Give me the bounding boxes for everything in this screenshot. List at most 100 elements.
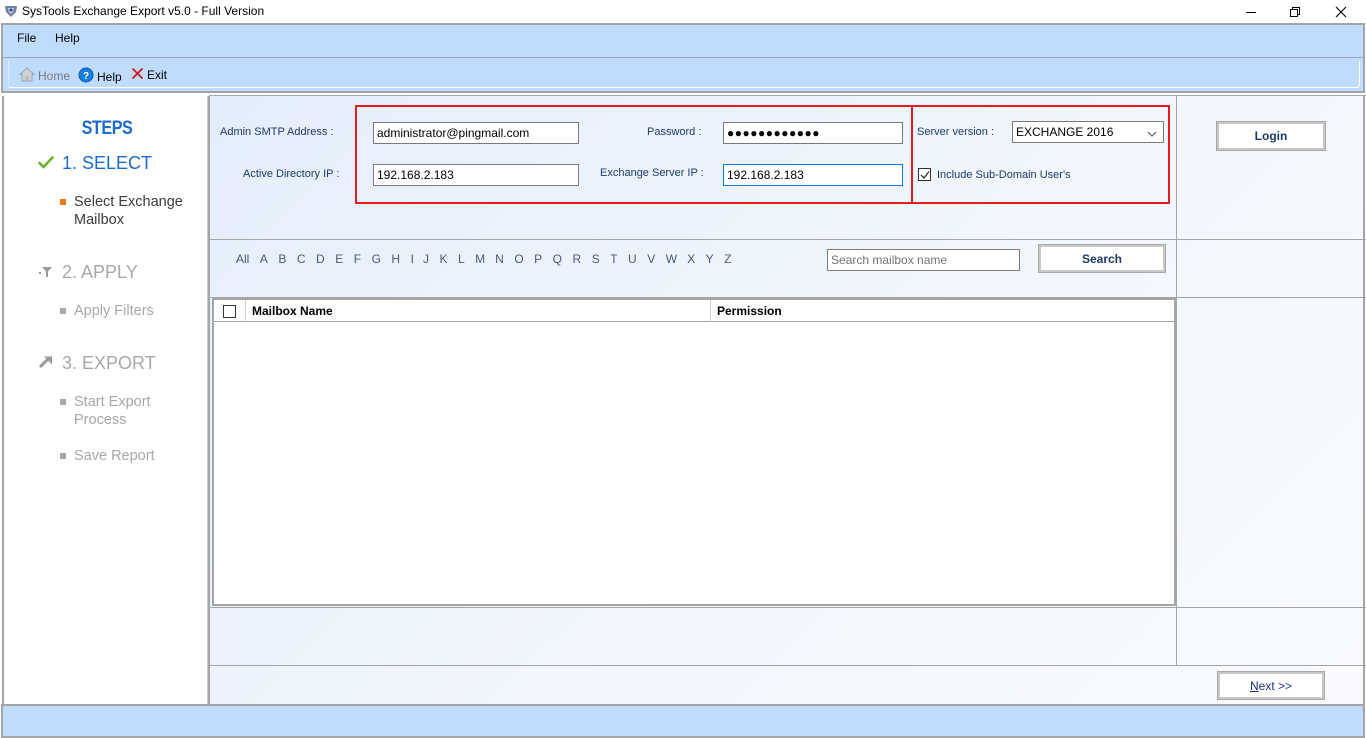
- minimize-button[interactable]: [1228, 0, 1274, 23]
- alphabet-filter: All A B C D E F G H I J K L M N O P Q R S T U V W X Y Z: [236, 252, 742, 266]
- menu-bar: File Help: [1, 23, 1365, 58]
- exchange-server-ip-label: Exchange Server IP :: [600, 167, 704, 179]
- server-version-value: EXCHANGE 2016: [1016, 125, 1114, 139]
- letter-filter-n[interactable]: N: [495, 252, 504, 266]
- letter-filter-c[interactable]: C: [297, 252, 306, 266]
- column-mailbox-name[interactable]: Mailbox Name: [252, 304, 333, 318]
- substep-label: Select Exchange Mailbox: [74, 194, 183, 228]
- letter-filter-z[interactable]: Z: [724, 252, 731, 266]
- substep-select-mailbox: Select Exchange Mailbox: [60, 193, 190, 229]
- help-button[interactable]: ? Help: [78, 67, 122, 86]
- active-directory-ip-input[interactable]: [373, 164, 579, 186]
- menu-help[interactable]: Help: [55, 31, 80, 45]
- letter-filter-r[interactable]: R: [573, 252, 582, 266]
- column-divider: [245, 300, 246, 322]
- include-subdomain-checkbox[interactable]: [918, 168, 931, 181]
- step-apply-label: 2. APPLY: [62, 262, 138, 282]
- letter-filter-y[interactable]: Y: [706, 252, 714, 266]
- help-label: Help: [97, 69, 122, 84]
- letter-filter-e[interactable]: E: [335, 252, 343, 266]
- table-header: Mailbox Name Permission: [214, 300, 1174, 322]
- bullet-icon: [60, 199, 66, 205]
- title-bar: SysTools Exchange Export v5.0 - Full Ver…: [0, 0, 1366, 23]
- filter-section: [209, 239, 1177, 298]
- step-export-label: 3. EXPORT: [62, 353, 156, 373]
- letter-filter-v[interactable]: V: [647, 252, 655, 266]
- exit-button[interactable]: Exit: [131, 67, 167, 83]
- arrow-up-right-icon: [38, 353, 54, 374]
- column-permission[interactable]: Permission: [717, 304, 782, 318]
- letter-filter-u[interactable]: U: [628, 252, 637, 266]
- bullet-icon: [60, 308, 66, 314]
- letter-filter-o[interactable]: O: [514, 252, 523, 266]
- password-label: Password :: [647, 126, 702, 138]
- login-button[interactable]: Login: [1216, 121, 1326, 151]
- letter-filter-f[interactable]: F: [354, 252, 361, 266]
- letter-filter-all[interactable]: All: [236, 252, 249, 266]
- letter-filter-t[interactable]: T: [610, 252, 617, 266]
- letter-filter-x[interactable]: X: [687, 252, 695, 266]
- search-mailbox-input[interactable]: [827, 249, 1020, 271]
- menu-file[interactable]: File: [17, 31, 36, 45]
- admin-smtp-label: Admin SMTP Address :: [220, 126, 334, 138]
- select-all-checkbox[interactable]: [223, 305, 236, 318]
- restore-button[interactable]: [1272, 0, 1318, 23]
- substep-label: Apply Filters: [74, 303, 154, 319]
- svg-text:?: ?: [83, 71, 89, 82]
- minimize-icon: [1245, 6, 1257, 18]
- login-button-section: [1176, 95, 1366, 240]
- bullet-icon: [60, 399, 66, 405]
- checkmark-icon: [920, 171, 930, 179]
- letter-filter-m[interactable]: M: [475, 252, 485, 266]
- steps-title: STEPS: [81, 118, 133, 139]
- filter-icon: [38, 262, 54, 283]
- exchange-server-ip-input[interactable]: [723, 164, 903, 186]
- mailbox-table: Mailbox Name Permission: [212, 298, 1176, 606]
- checkmark-icon: [38, 153, 54, 174]
- window-title: SysTools Exchange Export v5.0 - Full Ver…: [22, 4, 265, 18]
- exit-label: Exit: [147, 68, 168, 82]
- step-select: 1. SELECT: [38, 153, 152, 174]
- letter-filter-w[interactable]: W: [666, 252, 677, 266]
- steps-panel: STEPS 1. SELECT Select Exchange Mailbox …: [2, 96, 208, 704]
- letter-filter-q[interactable]: Q: [553, 252, 562, 266]
- letter-filter-a[interactable]: A: [260, 252, 268, 266]
- home-button[interactable]: Home: [18, 67, 71, 85]
- toolbar: Home ? Help Exit: [1, 58, 1365, 93]
- letter-filter-j[interactable]: J: [423, 252, 429, 266]
- letter-filter-d[interactable]: D: [316, 252, 325, 266]
- help-icon: ?: [78, 67, 94, 86]
- chevron-down-icon: [1147, 127, 1157, 141]
- column-divider: [710, 300, 711, 322]
- home-label: Home: [38, 69, 71, 83]
- active-directory-ip-label: Active Directory IP :: [243, 168, 340, 180]
- letter-filter-i[interactable]: I: [411, 252, 414, 266]
- admin-smtp-input[interactable]: [373, 122, 579, 144]
- step-apply: 2. APPLY: [38, 262, 138, 283]
- home-icon: [18, 67, 36, 85]
- next-label: ext >>: [1258, 678, 1293, 693]
- letter-filter-k[interactable]: K: [439, 252, 447, 266]
- info-section: [209, 607, 1177, 666]
- letter-filter-p[interactable]: P: [534, 252, 542, 266]
- close-x-icon: [131, 67, 144, 83]
- letter-filter-g[interactable]: G: [372, 252, 381, 266]
- server-version-select[interactable]: EXCHANGE 2016: [1012, 121, 1164, 143]
- bullet-icon: [60, 453, 66, 459]
- step-export: 3. EXPORT: [38, 353, 156, 374]
- toolbar-frame: [8, 61, 1360, 88]
- next-mnemonic: N: [1249, 678, 1259, 693]
- password-input[interactable]: [723, 122, 903, 144]
- letter-filter-b[interactable]: B: [278, 252, 286, 266]
- search-button[interactable]: Search: [1038, 244, 1166, 273]
- include-subdomain-label[interactable]: Include Sub-Domain User's: [937, 169, 1071, 181]
- info-side-section: [1176, 607, 1366, 666]
- letter-filter-h[interactable]: H: [391, 252, 400, 266]
- close-button[interactable]: [1318, 0, 1364, 23]
- substep-start-export: Start Export Process: [60, 393, 170, 429]
- status-bar: [1, 704, 1365, 738]
- letter-filter-l[interactable]: L: [458, 252, 465, 266]
- letter-filter-s[interactable]: S: [592, 252, 600, 266]
- next-button[interactable]: Next >>: [1217, 671, 1325, 700]
- substep-apply-filters: Apply Filters: [60, 302, 154, 320]
